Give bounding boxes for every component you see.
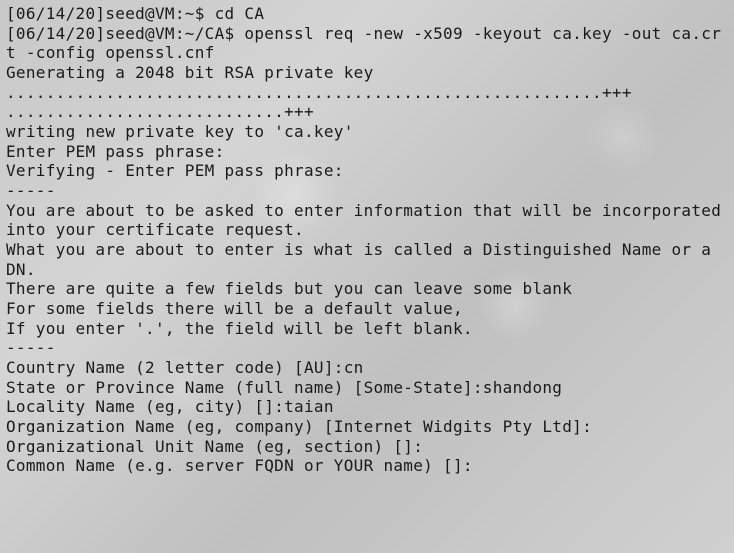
- shell-prompt: [06/14/20]seed@VM:~$: [6, 4, 215, 23]
- terminal-line: Generating a 2048 bit RSA private key: [6, 63, 728, 83]
- shell-prompt: [06/14/20]seed@VM:~/CA$: [6, 24, 244, 43]
- shell-command: cd CA: [215, 4, 265, 23]
- terminal-line: Country Name (2 letter code) [AU]:cn: [6, 358, 728, 378]
- terminal-line: If you enter '.', the field will be left…: [6, 319, 728, 339]
- terminal-output[interactable]: [06/14/20]seed@VM:~$ cd CA[06/14/20]seed…: [6, 4, 728, 476]
- terminal-line: ............................+++: [6, 102, 728, 122]
- terminal-line: There are quite a few fields but you can…: [6, 279, 728, 299]
- terminal-line: Locality Name (eg, city) []:taian: [6, 397, 728, 417]
- terminal-line: -----: [6, 338, 728, 358]
- terminal-line: What you are about to enter is what is c…: [6, 240, 728, 279]
- terminal-line: Organizational Unit Name (eg, section) […: [6, 437, 728, 457]
- terminal-line: [06/14/20]seed@VM:~$ cd CA: [6, 4, 728, 24]
- terminal-line: Common Name (e.g. server FQDN or YOUR na…: [6, 456, 728, 476]
- terminal-line: State or Province Name (full name) [Some…: [6, 378, 728, 398]
- terminal-line: Verifying - Enter PEM pass phrase:: [6, 161, 728, 181]
- terminal-line: [06/14/20]seed@VM:~/CA$ openssl req -new…: [6, 24, 728, 63]
- terminal-line: You are about to be asked to enter infor…: [6, 201, 728, 221]
- terminal-line: Organization Name (eg, company) [Interne…: [6, 417, 728, 437]
- terminal-line: Enter PEM pass phrase:: [6, 142, 728, 162]
- terminal-line: ........................................…: [6, 83, 728, 103]
- terminal-line: writing new private key to 'ca.key': [6, 122, 728, 142]
- terminal-line: For some fields there will be a default …: [6, 299, 728, 319]
- terminal-line: into your certificate request.: [6, 220, 728, 240]
- terminal-line: -----: [6, 181, 728, 201]
